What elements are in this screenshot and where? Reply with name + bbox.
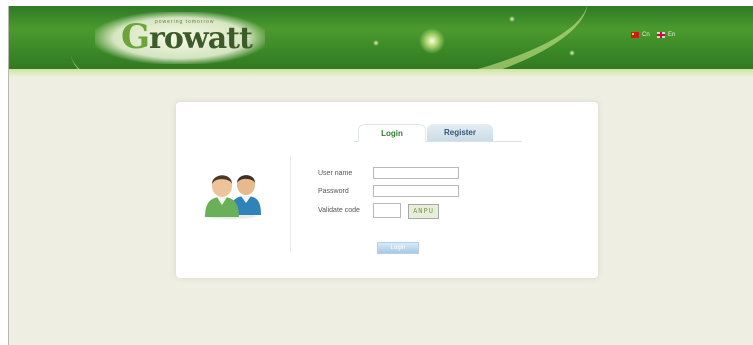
logo-text: rowatt [149, 21, 253, 56]
logo-initial: G [121, 17, 150, 57]
language-english-label: En [668, 32, 676, 38]
password-input[interactable] [373, 185, 459, 197]
banner-spark [569, 50, 575, 56]
page: powering tomorrow Growatt Cn En Login Re… [8, 6, 753, 345]
users-avatar-icon [204, 175, 261, 219]
password-label: Password [318, 188, 349, 195]
tab-register[interactable]: Register [427, 124, 493, 141]
language-english-link[interactable]: En [657, 32, 675, 38]
growatt-logo: Growatt [121, 20, 253, 56]
banner-spark [373, 40, 379, 46]
login-button[interactable]: Login [377, 242, 419, 254]
language-chinese-link[interactable]: Cn [631, 32, 650, 38]
tab-login[interactable]: Login [358, 124, 426, 142]
username-input[interactable] [373, 167, 459, 179]
language-chinese-label: Cn [642, 32, 650, 38]
validate-code-input[interactable] [373, 203, 401, 218]
username-label: User name [318, 170, 353, 177]
captcha-image[interactable]: ANPU [408, 204, 439, 219]
header-divider-stripe [9, 69, 753, 76]
validate-code-label: Validate code [318, 207, 360, 214]
banner-spark [509, 16, 515, 22]
banner-glow [419, 28, 445, 54]
china-flag-icon [631, 32, 639, 38]
login-panel: Login Register User name Password Valida… [176, 102, 598, 278]
form-divider [290, 156, 291, 252]
header-banner: powering tomorrow Growatt Cn En [9, 6, 753, 72]
uk-flag-icon [657, 32, 665, 38]
